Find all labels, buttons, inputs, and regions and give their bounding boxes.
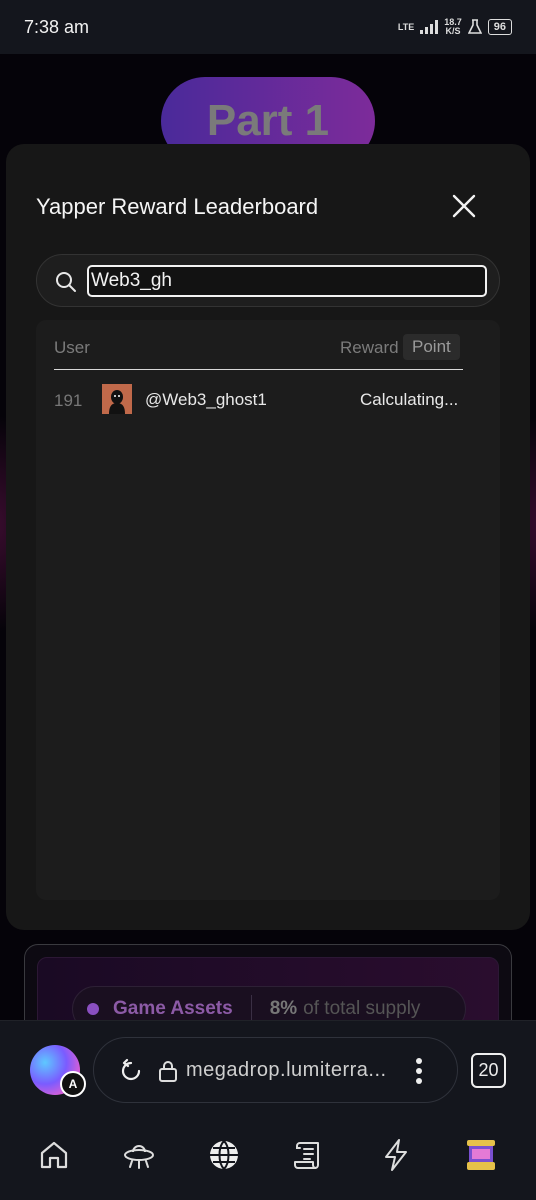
scroll-icon[interactable] <box>292 1138 326 1172</box>
more-options-icon[interactable] <box>412 1056 426 1086</box>
search-box[interactable] <box>36 254 500 307</box>
close-button[interactable] <box>450 192 478 220</box>
column-user: User <box>54 338 90 357</box>
lock-icon <box>159 1061 177 1082</box>
flask-icon <box>467 19 482 34</box>
modal-title: Yapper Reward Leaderboard <box>36 194 319 219</box>
game-app-icon[interactable] <box>464 1138 498 1172</box>
close-icon[interactable] <box>450 192 478 220</box>
tabs-button[interactable]: 20 <box>471 1053 506 1088</box>
part-title: Part 1 <box>206 96 330 145</box>
search-icon <box>56 272 76 292</box>
battery-indicator: 96 <box>487 19 512 35</box>
status-bar: 7:38 am LTE 18.7 K/S 96 <box>0 0 536 54</box>
leaderboard-table: User Reward Point 191 @Web3_ghost1 Calcu… <box>36 320 500 900</box>
game-assets-row: Game Assets 8% of total supply <box>72 986 466 1020</box>
assets-dot-icon <box>87 1003 99 1015</box>
assets-label: Game Assets <box>113 998 233 1019</box>
network-type: LTE <box>397 22 415 32</box>
speed-unit: K/S <box>445 26 461 36</box>
url-bar[interactable]: megadrop.lumiterra... <box>93 1037 458 1103</box>
tab-point[interactable]: Point <box>403 334 460 360</box>
row-reward: Calculating... <box>360 390 459 409</box>
assets-percent-desc: of total supply <box>303 998 421 1019</box>
ufo-icon[interactable] <box>122 1138 156 1172</box>
signal-icon <box>420 20 439 34</box>
row-handle: @Web3_ghost1 <box>145 390 267 409</box>
table-row[interactable]: 191 @Web3_ghost1 Calculating... <box>54 382 474 418</box>
supply-card-inner: Game Assets 8% of total supply <box>37 957 499 1020</box>
tab-reward[interactable]: Reward <box>340 338 399 358</box>
leaderboard-modal: Yapper Reward Leaderboard User Reward Po… <box>6 144 530 930</box>
assets-divider <box>250 995 252 1020</box>
supply-card: Game Assets 8% of total supply <box>24 944 512 1020</box>
search-input[interactable] <box>87 265 487 297</box>
browser-bar: A megadrop.lumiterra... 20 <box>0 1020 536 1120</box>
status-indicators: LTE 18.7 K/S 96 <box>398 18 512 36</box>
lightning-icon[interactable] <box>379 1138 413 1172</box>
profile-badge-icon: A <box>60 1071 86 1097</box>
row-rank: 191 <box>54 391 83 410</box>
globe-icon[interactable] <box>207 1138 241 1172</box>
url-text[interactable]: megadrop.lumiterra... <box>186 1059 387 1082</box>
assets-percent: 8% <box>269 998 298 1019</box>
table-header: User Reward Point <box>54 334 463 370</box>
home-icon[interactable] <box>37 1138 71 1172</box>
bottom-nav <box>0 1120 536 1200</box>
reload-icon[interactable] <box>118 1058 144 1084</box>
status-time: 7:38 am <box>24 16 90 37</box>
network-speed: 18.7 K/S <box>444 18 462 36</box>
avatar <box>102 384 132 414</box>
